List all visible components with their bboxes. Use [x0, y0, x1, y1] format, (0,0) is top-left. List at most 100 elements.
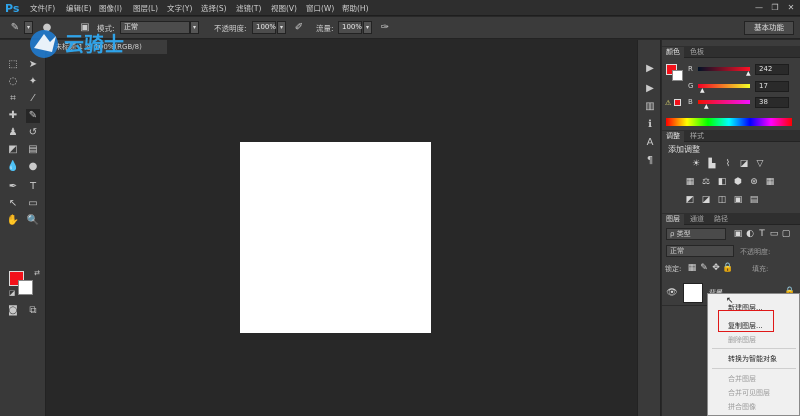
- lock-transparent-icon[interactable]: ▦: [686, 262, 698, 274]
- filter-type-icon[interactable]: T: [756, 228, 768, 240]
- tab-color[interactable]: 颜色: [662, 47, 684, 58]
- menu-edit[interactable]: 编辑(E): [66, 3, 92, 14]
- b-value-input[interactable]: 38: [755, 97, 789, 108]
- context-menu-flatten-image[interactable]: 拼合图像: [728, 402, 756, 412]
- color-lookup-icon[interactable]: ▦: [764, 176, 776, 188]
- crop-tool-icon[interactable]: ⌗: [6, 92, 20, 106]
- filter-smart-icon[interactable]: ▢: [780, 228, 792, 240]
- rectangle-tool-icon[interactable]: ▭: [26, 197, 40, 211]
- workspace-switcher[interactable]: 基本功能: [744, 21, 794, 35]
- vibrance-icon[interactable]: ▽: [754, 158, 766, 170]
- actions-panel-icon[interactable]: ▶: [643, 82, 657, 96]
- lock-pixels-icon[interactable]: ✎: [698, 262, 710, 274]
- lock-all-icon[interactable]: 🔒: [722, 262, 734, 274]
- airbrush-icon[interactable]: ✑: [378, 21, 392, 35]
- context-menu-delete-layer[interactable]: 删除图层: [728, 335, 756, 345]
- photo-filter-icon[interactable]: ⬢: [732, 176, 744, 188]
- color-balance-icon[interactable]: ⚖: [700, 176, 712, 188]
- history-panel-icon[interactable]: ▶: [643, 62, 657, 76]
- invert-icon[interactable]: ◩: [684, 194, 696, 206]
- filter-adjustment-icon[interactable]: ◐: [744, 228, 756, 240]
- menu-view[interactable]: 视图(V): [271, 3, 297, 14]
- menu-image[interactable]: 图像(I): [99, 3, 122, 14]
- gradient-tool-icon[interactable]: ▤: [26, 143, 40, 157]
- type-tool-icon[interactable]: T: [26, 180, 40, 194]
- levels-icon[interactable]: ▙: [706, 158, 718, 170]
- zoom-tool-icon[interactable]: 🔍: [26, 214, 40, 228]
- channel-mixer-icon[interactable]: ⊛: [748, 176, 760, 188]
- flow-dropdown-icon[interactable]: ▾: [363, 21, 372, 34]
- tab-styles[interactable]: 样式: [686, 131, 708, 142]
- blend-mode-select[interactable]: 正常: [666, 245, 734, 257]
- swap-colors-icon[interactable]: ⇄: [30, 266, 44, 280]
- brush-tool-preset-icon[interactable]: ✎: [8, 21, 22, 35]
- tab-paths[interactable]: 路径: [710, 214, 732, 225]
- context-menu-merge-layers[interactable]: 合并图层: [728, 374, 756, 384]
- r-slider-thumb[interactable]: ▲: [746, 70, 751, 77]
- r-value-input[interactable]: 242: [755, 64, 789, 75]
- quick-mask-icon[interactable]: ◙: [6, 304, 20, 318]
- quick-select-tool-icon[interactable]: ✦: [26, 75, 40, 89]
- selective-color-icon[interactable]: ▣: [732, 194, 744, 206]
- eraser-tool-icon[interactable]: ◩: [6, 143, 20, 157]
- blur-tool-icon[interactable]: 💧: [6, 160, 20, 174]
- menu-type[interactable]: 文字(Y): [167, 3, 192, 14]
- context-menu-convert-smart-object[interactable]: 转换为智能对象: [728, 354, 777, 364]
- pressure-opacity-icon[interactable]: ✐: [292, 21, 306, 35]
- properties-panel-icon[interactable]: ▥: [643, 100, 657, 114]
- tab-adjustments[interactable]: 调整: [662, 131, 684, 142]
- gradient-map-icon[interactable]: ▤: [748, 194, 760, 206]
- tab-swatches[interactable]: 色板: [686, 47, 708, 58]
- dodge-tool-icon[interactable]: ●: [26, 160, 40, 174]
- opacity-input[interactable]: 100%: [252, 21, 276, 34]
- close-button[interactable]: ✕: [784, 2, 798, 13]
- history-brush-tool-icon[interactable]: ↺: [26, 126, 40, 140]
- document-canvas[interactable]: [240, 142, 431, 333]
- g-slider[interactable]: [698, 84, 750, 88]
- lock-position-icon[interactable]: ✥: [710, 262, 722, 274]
- menu-select[interactable]: 选择(S): [201, 3, 227, 14]
- filter-shape-icon[interactable]: ▭: [768, 228, 780, 240]
- marquee-tool-icon[interactable]: ⬚: [6, 58, 20, 72]
- tab-channels[interactable]: 通道: [686, 214, 708, 225]
- menu-filter[interactable]: 滤镜(T): [236, 3, 261, 14]
- tab-layers[interactable]: 图层: [662, 214, 684, 225]
- lasso-tool-icon[interactable]: ◌: [6, 75, 20, 89]
- background-color-swatch[interactable]: [18, 280, 33, 295]
- menu-file[interactable]: 文件(F): [30, 3, 55, 14]
- menu-window[interactable]: 窗口(W): [306, 3, 334, 14]
- hand-tool-icon[interactable]: ✋: [6, 214, 20, 228]
- hue-saturation-icon[interactable]: ▦: [684, 176, 696, 188]
- curves-icon[interactable]: ⌇: [722, 158, 734, 170]
- screen-mode-icon[interactable]: ⧉: [26, 304, 40, 318]
- character-panel-icon[interactable]: A: [643, 136, 657, 150]
- menu-help[interactable]: 帮助(H): [342, 3, 369, 14]
- default-colors-icon[interactable]: ◪: [5, 286, 19, 300]
- menu-layer[interactable]: 图层(L): [133, 3, 158, 14]
- mode-dropdown-icon[interactable]: ▾: [190, 21, 199, 34]
- exposure-icon[interactable]: ◪: [738, 158, 750, 170]
- filter-pixel-icon[interactable]: ▣: [732, 228, 744, 240]
- layer-visibility-eye-icon[interactable]: 👁: [666, 287, 678, 299]
- b-slider-thumb[interactable]: ▲: [704, 103, 709, 110]
- gamut-swatch[interactable]: [674, 99, 681, 106]
- brush-tool-icon[interactable]: ✎: [26, 109, 40, 123]
- brightness-icon[interactable]: ☀: [690, 158, 702, 170]
- color-panel-background[interactable]: [672, 70, 683, 81]
- eyedropper-tool-icon[interactable]: ⁄: [26, 92, 40, 106]
- layer-filter-select[interactable]: ρ 类型: [666, 228, 726, 240]
- context-menu-merge-visible[interactable]: 合并可见图层: [728, 388, 770, 398]
- gamut-warning-icon[interactable]: ⚠: [665, 99, 671, 107]
- opacity-dropdown-icon[interactable]: ▾: [277, 21, 286, 34]
- black-white-icon[interactable]: ◧: [716, 176, 728, 188]
- g-slider-thumb[interactable]: ▲: [700, 87, 705, 94]
- color-spectrum[interactable]: [666, 118, 792, 126]
- paragraph-panel-icon[interactable]: ¶: [643, 154, 657, 168]
- minimize-button[interactable]: —: [752, 2, 766, 13]
- clone-stamp-tool-icon[interactable]: ♟: [6, 126, 20, 140]
- path-select-tool-icon[interactable]: ↖: [6, 197, 20, 211]
- flow-input[interactable]: 100%: [338, 21, 362, 34]
- r-slider[interactable]: [698, 67, 750, 71]
- threshold-icon[interactable]: ◫: [716, 194, 728, 206]
- g-value-input[interactable]: 17: [755, 81, 789, 92]
